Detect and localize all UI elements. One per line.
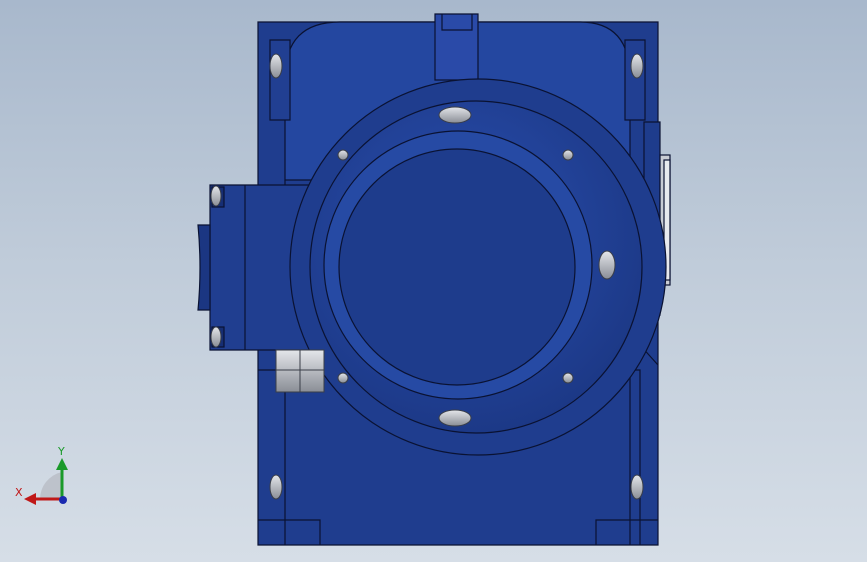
screw-upper-right bbox=[562, 149, 574, 161]
screw-upper-left bbox=[337, 149, 349, 161]
gearbox-model[interactable]: Y X bbox=[0, 0, 867, 562]
z-axis-dot bbox=[59, 496, 67, 504]
screw-lower-left bbox=[337, 372, 349, 384]
x-axis-label: X bbox=[15, 486, 23, 499]
bolt-top bbox=[438, 106, 472, 124]
cad-viewport[interactable]: Y X bbox=[0, 0, 867, 562]
lifting-lug bbox=[434, 13, 479, 81]
bolt-right bbox=[598, 250, 616, 280]
bolt-bottom bbox=[438, 409, 472, 427]
y-axis-label: Y bbox=[57, 445, 65, 458]
screw-lower-right bbox=[562, 372, 574, 384]
hex-plug bbox=[275, 349, 325, 393]
axis-triad: Y X bbox=[15, 445, 68, 505]
